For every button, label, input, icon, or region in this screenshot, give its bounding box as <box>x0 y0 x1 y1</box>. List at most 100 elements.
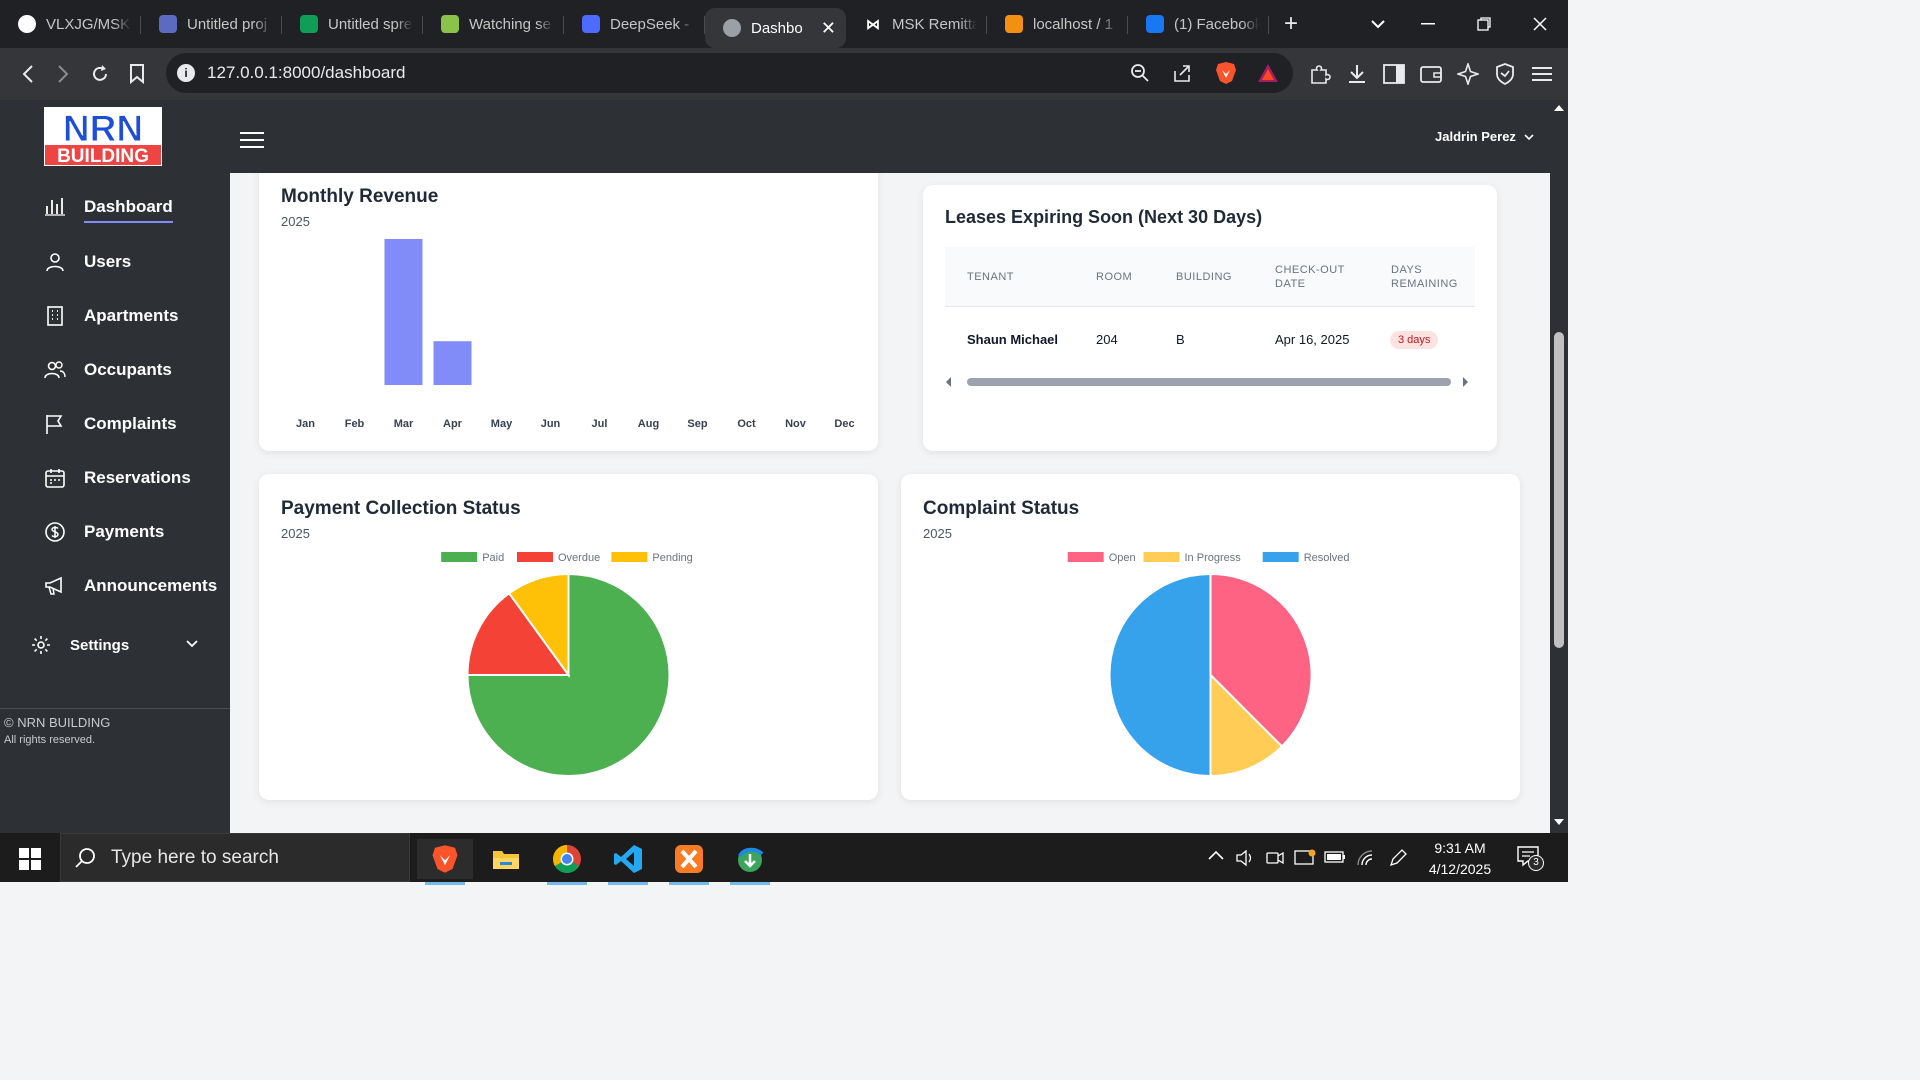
browser-tab[interactable]: ⋈ MSK Remitta <box>846 4 987 44</box>
browser-toolbar: i 127.0.0.1:8000/dashboard <box>0 48 1568 100</box>
sidebar-toggle-icon[interactable] <box>1382 62 1406 86</box>
browser-tab[interactable]: VLXJG/MSK <box>0 4 141 44</box>
legend-swatch[interactable] <box>1067 552 1104 562</box>
hamburger-menu-icon[interactable] <box>240 132 264 150</box>
download-manager-icon[interactable] <box>722 839 778 885</box>
project-icon <box>159 15 177 33</box>
sidebar-item-settings[interactable]: Settings <box>30 630 202 660</box>
extensions-icon[interactable] <box>1308 62 1332 86</box>
legend-swatch[interactable] <box>1262 552 1299 562</box>
back-icon[interactable] <box>10 56 46 92</box>
phpmyadmin-icon <box>1005 15 1023 33</box>
site-info-icon[interactable]: i <box>177 64 195 82</box>
minimize-icon[interactable] <box>1400 0 1456 48</box>
tab-search-icon[interactable] <box>1350 0 1406 48</box>
volume-icon[interactable] <box>1236 849 1254 870</box>
legend-swatch[interactable] <box>441 552 478 562</box>
bookmark-icon[interactable] <box>119 56 155 92</box>
close-tab-icon[interactable]: ✕ <box>821 18 836 39</box>
forward-icon[interactable] <box>45 56 81 92</box>
monthly-revenue-card: Monthly Revenue 2025 Jan Feb Mar Apr May Jun J… <box>259 173 878 451</box>
address-bar[interactable]: i 127.0.0.1:8000/dashboard <box>166 53 1293 93</box>
legend-swatch[interactable] <box>1143 552 1180 562</box>
x-tick-label: Mar <box>394 418 414 430</box>
tab-title: Dashbo <box>751 19 803 37</box>
taskbar-search[interactable]: Type here to search <box>60 833 410 882</box>
share-icon[interactable] <box>1170 61 1194 85</box>
sidebar-item-dashboard[interactable]: Dashboard <box>44 192 173 223</box>
browser-tab[interactable]: Untitled proj <box>141 4 282 44</box>
sidebar-item-apartments[interactable]: Apartments <box>44 301 178 331</box>
pie-slice-resolved[interactable] <box>1108 572 1212 778</box>
leo-ai-icon[interactable] <box>1456 62 1480 86</box>
legend-label[interactable]: Overdue <box>558 552 600 564</box>
browser-tab[interactable]: (1) Facebook <box>1128 4 1269 44</box>
reload-icon[interactable] <box>82 56 118 92</box>
download-icon[interactable] <box>1345 62 1369 86</box>
sidebar-item-announcements[interactable]: Announcements <box>44 571 217 601</box>
tab-title: MSK Remitta <box>892 15 977 33</box>
legend-label[interactable]: Resolved <box>1304 552 1350 564</box>
user-icon <box>44 251 66 273</box>
system-clock[interactable]: 9:31 AM 4/12/2025 <box>1418 838 1502 880</box>
windows-start-icon[interactable] <box>2 839 58 879</box>
nrn-building-logo[interactable]: NRN BUILDING <box>44 107 162 166</box>
zoom-icon[interactable] <box>1128 61 1152 85</box>
table-horizontal-scrollbar[interactable] <box>945 375 1475 389</box>
table-row[interactable]: Shaun Michael 204 B Apr 16, 2025 3 days <box>945 307 1475 373</box>
x-tick-label: Oct <box>737 418 756 430</box>
wifi-icon[interactable] <box>1356 849 1376 870</box>
vscode-icon[interactable] <box>600 839 656 885</box>
browser-tab[interactable]: Dashbo ✕ <box>705 8 846 48</box>
close-window-icon[interactable] <box>1512 0 1568 48</box>
wallet-icon[interactable] <box>1419 62 1443 86</box>
pen-icon[interactable] <box>1388 848 1408 871</box>
building-code: B <box>1176 332 1185 347</box>
browser-tab[interactable]: Watching se <box>423 4 564 44</box>
browser-tab[interactable]: DeepSeek - <box>564 4 705 44</box>
browser-tab[interactable]: Untitled spre <box>282 4 423 44</box>
brave-shields-icon[interactable] <box>1214 61 1238 85</box>
bar-apr[interactable] <box>433 341 472 385</box>
sidebar-item-payments[interactable]: Payments <box>44 517 164 547</box>
sidebar-item-label: Apartments <box>84 306 179 325</box>
rights-text: All rights reserved. <box>4 734 96 746</box>
sidebar-item-users[interactable]: Users <box>44 247 131 277</box>
legend-label[interactable]: In Progress <box>1185 552 1242 564</box>
bar-mar[interactable] <box>384 239 423 385</box>
page-scrollbar[interactable] <box>1550 100 1568 833</box>
file-explorer-icon[interactable] <box>478 839 534 879</box>
new-tab-button[interactable]: + <box>1269 10 1313 38</box>
dollar-icon <box>44 521 66 543</box>
legend-swatch[interactable] <box>611 552 648 562</box>
display-icon[interactable] <box>1294 849 1316 870</box>
xampp-icon[interactable] <box>661 839 717 885</box>
user-name: Jaldrin Perez <box>1435 129 1516 144</box>
legend-swatch[interactable] <box>517 552 553 562</box>
sidebar-item-label: Occupants <box>84 360 172 379</box>
scrollbar-thumb <box>967 378 1451 386</box>
menu-icon[interactable] <box>1530 62 1554 86</box>
chrome-icon[interactable] <box>539 839 595 885</box>
notification-center-icon[interactable]: 3 <box>1516 845 1544 871</box>
restore-icon[interactable] <box>1456 0 1512 48</box>
sidebar-item-occupants[interactable]: Occupants <box>44 355 172 385</box>
legend-label[interactable]: Open <box>1109 552 1136 564</box>
user-menu[interactable]: Jaldrin Perez <box>1435 129 1534 144</box>
sidebar-item-reservations[interactable]: Reservations <box>44 463 191 493</box>
battery-icon[interactable] <box>1324 850 1346 867</box>
legend-label[interactable]: Paid <box>482 552 504 564</box>
show-hidden-icons[interactable] <box>1208 847 1224 863</box>
brave-taskbar-icon[interactable] <box>417 839 473 885</box>
meet-now-icon[interactable] <box>1266 849 1284 870</box>
sidebar-item-complaints[interactable]: Complaints <box>44 409 177 439</box>
vpn-icon[interactable] <box>1493 62 1517 86</box>
url-text[interactable]: 127.0.0.1:8000/dashboard <box>207 63 406 83</box>
tab-title: DeepSeek - <box>610 15 690 33</box>
tenant-name: Shaun Michael <box>967 332 1059 347</box>
tab-title: localhost / 1 <box>1033 15 1114 33</box>
brave-rewards-icon[interactable] <box>1256 61 1280 85</box>
legend-label[interactable]: Pending <box>652 552 692 564</box>
browser-tab[interactable]: localhost / 1 <box>987 4 1128 44</box>
frog-icon <box>441 15 459 33</box>
